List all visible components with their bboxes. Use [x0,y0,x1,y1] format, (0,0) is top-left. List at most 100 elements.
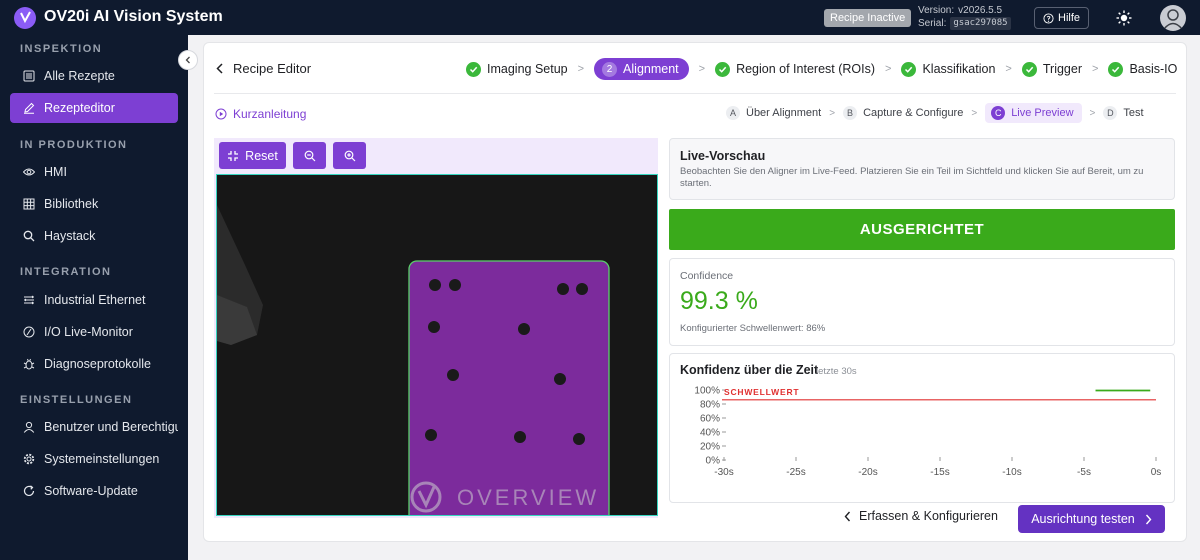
x-tick-label: -25s [786,467,805,478]
edit-icon [24,102,35,114]
brand-watermark: OVERVIEW [457,485,599,510]
sidebar-item-systemeinstellungen[interactable]: Systemeinstellungen [10,444,178,474]
help-button[interactable]: Hilfe [1034,7,1090,29]
sidebar-item-io-live-monitor[interactable]: I/O Live-Monitor [10,317,178,347]
chevron-right-icon: > [1089,107,1096,119]
eye-icon [23,168,35,176]
divider [214,93,1176,94]
play-circle-icon [215,108,227,120]
step-alignment[interactable]: 2 Alignment [594,58,689,80]
step-imaging-setup[interactable]: Imaging Setup [466,58,568,80]
step-region-of-interest[interactable]: Region of Interest (ROIs) [715,58,875,80]
chevron-right-icon: > [885,63,892,75]
y-tick-label: 100% [694,386,720,397]
chart-title: Konfidenz über die Zeit [680,363,819,377]
step-trigger[interactable]: Trigger [1021,58,1082,80]
live-preview-description: Beobachten Sie den Aligner im Live-Feed.… [680,166,1144,189]
grid-icon [23,198,35,210]
top-bar: OV20i AI Vision System Recipe Inactive V… [0,0,1200,35]
sidebar-section-title: INTEGRATION [20,266,112,278]
substep-capture-configure[interactable]: B Capture & Configure [843,103,963,123]
sidebar-section-title: INSPEKTION [20,43,103,55]
sidebar-item-benutzer[interactable]: Benutzer und Berechtigungen [10,412,178,442]
sidebar-item-software-update[interactable]: Software-Update [10,476,178,506]
zoom-out-button[interactable] [293,142,326,169]
confidence-chart: 100% 80% 60% 40% 20% 0%-30s -25s -20s -15s -10s -5… [694,386,1162,479]
question-icon [1043,12,1054,24]
live-preview-info-card: Live-Vorschau Beobachten Sie den Aligner… [669,138,1175,200]
y-tick-label: 80% [700,400,720,411]
user-avatar[interactable] [1160,5,1186,31]
y-tick-label: 60% [700,414,720,425]
search-icon [23,230,35,242]
zoom-in-button[interactable] [333,142,366,169]
confidence-card: Confidence 99.3 % Konfigurierter Schwell… [669,258,1175,346]
chevron-left-icon [185,56,190,64]
bug-icon [23,358,35,370]
camera-panel: Reset OVERVIEW [214,138,658,518]
io-icon [23,326,35,338]
sidebar: INSPEKTION Alle Rezepte Rezepteditor IN … [0,35,188,560]
chevron-right-icon: > [577,63,585,75]
sidebar-item-alle-rezepte[interactable]: Alle Rezepte [10,61,178,91]
recipe-editor-back-button[interactable]: Recipe Editor [216,61,311,76]
confidence-chart-card: Konfidenz über die Zeit letzte 30s 100% 8… [669,353,1175,503]
fit-screen-icon [228,150,239,161]
step-klassifikation[interactable]: Klassifikation [901,58,995,80]
user-icon [23,421,35,433]
sidebar-section-title: EINSTELLUNGEN [20,394,133,406]
live-camera-feed[interactable]: OVERVIEW [216,174,658,516]
check-icon [715,61,731,77]
recipe-status-badge: Recipe Inactive [824,9,912,27]
x-tick-label: -20s [858,467,877,478]
confidence-value: 99.3 % [680,287,758,315]
chart-subtitle: letzte 30s [816,366,857,377]
serial-value: gsac297085 [950,17,1011,30]
alignment-status-banner: AUSGERICHTET [669,209,1175,250]
sidebar-item-haystack[interactable]: Haystack [10,221,178,251]
y-tick-label: 40% [700,428,720,439]
network-icon [24,295,34,305]
chevron-right-icon: > [1092,63,1099,75]
chevron-right-icon: > [1005,63,1012,75]
sidebar-item-industrial-ethernet[interactable]: Industrial Ethernet [10,285,178,315]
back-to-capture-button[interactable]: Erfassen & Konfigurieren [844,509,998,523]
reset-view-button[interactable]: Reset [219,142,286,169]
check-icon [466,61,481,77]
refresh-icon [23,485,35,497]
version-info: Version: v2026.5.5 Serial: gsac297085 [918,4,1011,30]
substep-live-preview[interactable]: C Live Preview [985,103,1082,123]
check-icon [1108,61,1124,77]
check-icon [1021,61,1037,77]
chevron-right-icon [1145,514,1152,524]
y-tick-label: 0% [706,456,721,467]
confidence-label: Confidence [680,270,734,282]
chevron-right-icon: > [698,63,706,75]
quick-guide-link[interactable]: Kurzanleitung [215,107,306,121]
gear-icon [23,453,35,465]
test-alignment-button[interactable]: Ausrichtung testen [1018,505,1165,533]
main-panel: Recipe Editor Imaging Setup > 2 Alignment… [203,42,1187,542]
sidebar-item-diagnoseprotokolle[interactable]: Diagnoseprotokolle [10,349,178,379]
chevron-left-icon [844,511,851,521]
x-tick-label: 0s [1151,467,1162,478]
sidebar-collapse-button[interactable] [178,50,198,70]
live-preview-title: Live-Vorschau [680,149,766,163]
alignment-substeps: A Über Alignment > B Capture & Configure >… [726,103,1144,123]
sidebar-item-bibliothek[interactable]: Bibliothek [10,189,178,219]
substep-test[interactable]: D Test [1103,103,1144,123]
sidebar-item-rezepteditor[interactable]: Rezepteditor [10,93,178,123]
app-logo-icon [14,7,36,29]
version-value: v2026.5.5 [958,5,1003,16]
x-tick-label: -30s [714,467,733,478]
wizard-steps: Imaging Setup > 2 Alignment > Region of I… [466,58,1177,80]
sidebar-item-hmi[interactable]: HMI [10,157,178,187]
substep-ueber-alignment[interactable]: A Über Alignment [726,103,821,123]
x-tick-label: -10s [1002,467,1021,478]
chevron-right-icon: > [971,107,978,119]
x-tick-label: -5s [1077,467,1091,478]
chevron-left-icon [216,63,223,74]
step-basis-io[interactable]: Basis-IO [1108,58,1177,80]
theme-toggle-sun-icon[interactable] [1116,10,1132,26]
zoom-out-icon [304,150,315,161]
